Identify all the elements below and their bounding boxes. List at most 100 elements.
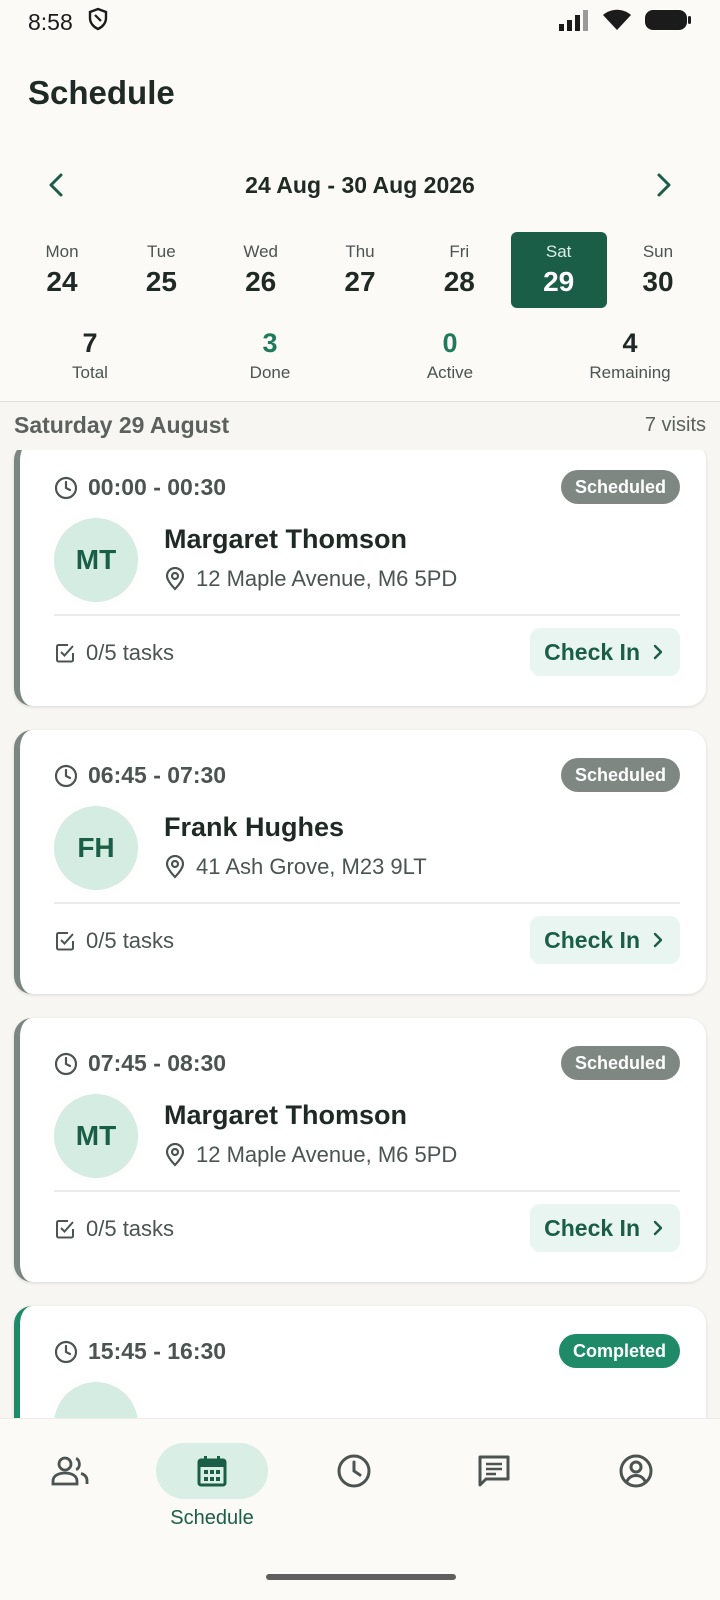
clock-icon [337, 1454, 371, 1488]
checkbox-icon [56, 932, 74, 951]
profile-icon [619, 1454, 653, 1488]
stat-label: Remaining [589, 363, 671, 382]
location-pin-icon [165, 567, 185, 591]
day-name: Fri [449, 242, 470, 261]
message-icon [478, 1455, 510, 1487]
day-tue[interactable]: Tue 25 [113, 232, 209, 308]
home-indicator[interactable] [266, 1574, 456, 1580]
stat-value: 3 [262, 328, 278, 358]
week-navigator: 24 Aug - 30 Aug 2026 [0, 164, 720, 206]
visit-stats: 7 Total 3 Done 0 Active 4 Remaining [0, 328, 720, 392]
day-number: 26 [245, 266, 277, 297]
visit-time: 15:45 - 16:30 [88, 1338, 227, 1364]
day-thu[interactable]: Thu 27 [312, 232, 408, 308]
stat-active: 0 Active [360, 328, 540, 392]
stat-label: Total [72, 363, 108, 382]
battery-icon [644, 8, 692, 37]
page-title: Schedule [28, 74, 175, 111]
day-sat-selected[interactable]: Sat 29 [510, 232, 607, 308]
checkbox-icon [56, 644, 74, 663]
day-fri[interactable]: Fri 28 [411, 232, 507, 308]
schedule-header-panel: Schedule 24 Aug - 30 Aug 2026 Mon 24 Tue 2… [0, 44, 720, 402]
visit-time: 06:45 - 07:30 [88, 762, 227, 788]
day-number: 27 [344, 266, 376, 297]
chevron-left-icon [49, 173, 63, 197]
clock-icon [54, 1052, 78, 1075]
bottom-navigation: Schedule [0, 1418, 720, 1600]
nav-messages[interactable] [438, 1443, 550, 1543]
check-in-label: Check In [544, 926, 640, 953]
week-range-label: 24 Aug - 30 Aug 2026 [245, 171, 475, 198]
shield-icon [87, 7, 109, 37]
day-mon[interactable]: Mon 24 [14, 232, 110, 308]
clock-icon [54, 764, 78, 787]
task-progress: 0/5 tasks [86, 1216, 175, 1241]
client-address: 12 Maple Avenue, M6 5PD [196, 566, 458, 591]
day-wed[interactable]: Wed 26 [213, 232, 309, 308]
status-bar: 8:58 [0, 0, 720, 44]
visit-card[interactable]: 00:00 - 00:30 Scheduled MT Margaret Thom… [14, 450, 706, 706]
chevron-right-icon [653, 1220, 663, 1236]
location-pin-icon [165, 1143, 185, 1167]
status-badge: Completed [558, 1334, 680, 1368]
check-in-button[interactable]: Check In [530, 916, 680, 964]
visit-time: 07:45 - 08:30 [88, 1050, 227, 1076]
visit-card[interactable]: 15:45 - 16:30 Completed [14, 1306, 706, 1418]
location-pin-icon [165, 855, 185, 879]
signal-icon [558, 9, 590, 36]
stat-label: Done [249, 363, 291, 382]
status-badge: Scheduled [560, 470, 680, 504]
check-in-button[interactable]: Check In [530, 1204, 680, 1252]
client-address: 12 Maple Avenue, M6 5PD [196, 1142, 458, 1167]
card-divider [54, 902, 680, 904]
card-divider [54, 1190, 680, 1192]
avatar: FH [54, 806, 138, 890]
day-name: Wed [243, 242, 278, 261]
status-time: 8:58 [28, 8, 73, 35]
nav-schedule[interactable]: Schedule [156, 1443, 268, 1543]
client-name: Frank Hughes [164, 812, 345, 842]
clock-icon [54, 476, 78, 499]
check-in-button[interactable]: Check In [530, 628, 680, 676]
chevron-right-icon [653, 932, 663, 948]
check-in-label: Check In [544, 638, 640, 665]
nav-clients[interactable] [14, 1443, 126, 1543]
day-strip: Mon 24 Tue 25 Wed 26 Thu 27 Fri 28 Sat 29 Sun 3… [14, 232, 706, 310]
day-sun[interactable]: Sun 30 [610, 232, 706, 308]
chevron-right-icon [653, 644, 663, 660]
day-number: 24 [46, 266, 78, 297]
client-name: Margaret Thomson [164, 524, 408, 554]
check-in-label: Check In [544, 1214, 640, 1241]
stat-label: Active [426, 363, 474, 382]
day-name: Sun [642, 242, 674, 261]
chevron-right-icon [657, 173, 671, 197]
calendar-icon [197, 1456, 227, 1487]
previous-week-button[interactable] [40, 169, 72, 201]
card-divider [54, 614, 680, 616]
day-name: Mon [45, 242, 79, 261]
visit-time: 00:00 - 00:30 [88, 474, 227, 500]
day-name: Sat [545, 242, 572, 261]
stat-value: 4 [622, 328, 638, 358]
nav-profile[interactable] [580, 1443, 692, 1543]
day-number: 29 [543, 266, 575, 297]
next-week-button[interactable] [648, 169, 680, 201]
nav-history[interactable] [298, 1443, 410, 1543]
visit-count: 7 visits [644, 414, 706, 436]
status-badge: Scheduled [560, 1046, 680, 1080]
nav-label: Schedule [170, 1507, 254, 1529]
wifi-icon [602, 9, 632, 36]
people-icon [51, 1456, 89, 1486]
clock-icon [54, 1340, 78, 1363]
client-name: Margaret Thomson [164, 1100, 408, 1130]
day-name: Thu [345, 242, 375, 261]
day-number: 25 [145, 266, 177, 297]
visit-list[interactable]: 00:00 - 00:30 Scheduled MT Margaret Thom… [0, 450, 720, 1418]
visit-card[interactable]: 06:45 - 07:30 Scheduled FH Frank Hughes … [14, 730, 706, 994]
stat-total: 7 Total [0, 328, 180, 392]
day-number: 28 [443, 266, 475, 297]
day-name: Tue [146, 242, 176, 261]
day-section-header: Saturday 29 August 7 visits [14, 412, 706, 439]
visit-card[interactable]: 07:45 - 08:30 Scheduled MT Margaret Thom… [14, 1018, 706, 1282]
stat-remaining: 4 Remaining [540, 328, 720, 392]
